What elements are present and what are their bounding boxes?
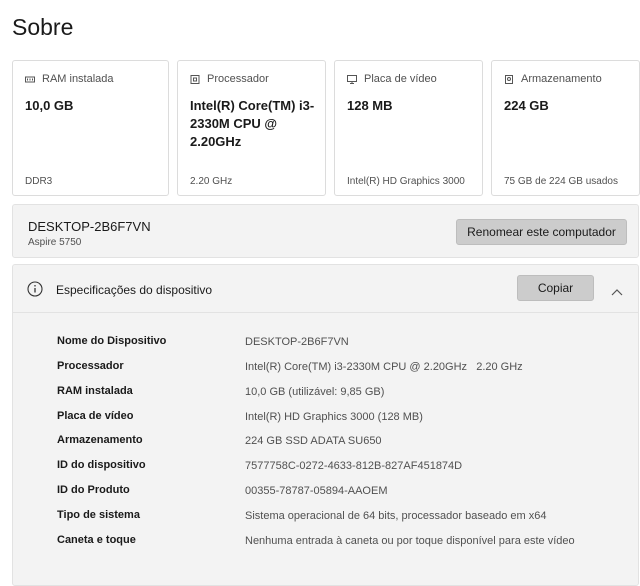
spec-key: Tipo de sistema	[57, 509, 140, 521]
processor-card-value: Intel(R) Core(TM) i3-2330M CPU @ 2.20GHz	[190, 98, 315, 149]
spec-value: Intel(R) HD Graphics 3000 (128 MB)	[245, 411, 423, 423]
spec-key: Armazenamento	[57, 434, 143, 446]
page-title: Sobre	[12, 14, 74, 40]
device-name-panel: DESKTOP-2B6F7VN Aspire 5750 Renomear est…	[12, 204, 639, 258]
ram-card-value: 10,0 GB	[25, 98, 74, 113]
rename-computer-button[interactable]: Renomear este computador	[456, 219, 627, 245]
ram-card: RAM instalada 10,0 GB DDR3	[12, 60, 169, 196]
spec-key: ID do dispositivo	[57, 459, 146, 471]
spec-value: DESKTOP-2B6F7VN	[245, 336, 349, 348]
graphics-card: Placa de vídeo 128 MB Intel(R) HD Graphi…	[334, 60, 483, 196]
spec-key: Placa de vídeo	[57, 410, 134, 422]
copy-button[interactable]: Copiar	[517, 275, 594, 301]
spec-key: RAM instalada	[57, 385, 133, 397]
display-icon	[347, 74, 357, 84]
spec-value: 224 GB SSD ADATA SU650	[245, 435, 382, 447]
processor-icon	[190, 74, 200, 84]
spec-value: Sistema operacional de 64 bits, processa…	[245, 510, 547, 522]
processor-card-sub: 2.20 GHz	[190, 176, 233, 187]
spec-value: 10,0 GB (utilizável: 9,85 GB)	[245, 386, 385, 398]
storage-card-value: 224 GB	[504, 98, 549, 113]
graphics-card-sub: Intel(R) HD Graphics 3000	[347, 176, 465, 187]
spec-value: Intel(R) Core(TM) i3-2330M CPU @ 2.20GHz…	[245, 361, 523, 373]
ram-card-label: RAM instalada	[42, 73, 114, 85]
spec-key: Processador	[57, 360, 124, 372]
info-icon	[27, 281, 43, 302]
processor-card-label: Processador	[207, 73, 269, 85]
storage-card-label: Armazenamento	[521, 73, 602, 85]
processor-card: Processador Intel(R) Core(TM) i3-2330M C…	[177, 60, 326, 196]
specs-title: Especificações do dispositivo	[56, 283, 213, 297]
chevron-up-icon[interactable]	[611, 283, 623, 301]
ram-icon	[25, 75, 35, 84]
spec-key: Caneta e toque	[57, 534, 136, 546]
spec-key: ID do Produto	[57, 484, 130, 496]
device-specs-panel: Especificações do dispositivo Copiar Nom…	[12, 264, 639, 586]
spec-value: Nenhuma entrada à caneta ou por toque di…	[245, 535, 575, 547]
device-name: DESKTOP-2B6F7VN	[28, 219, 151, 234]
storage-icon	[504, 74, 514, 84]
device-model: Aspire 5750	[28, 237, 82, 248]
spec-value: 00355-78787-05894-AAOEM	[245, 485, 388, 497]
spec-value: 7577758C-0272-4633-812B-827AF451874D	[245, 460, 463, 472]
graphics-card-label: Placa de vídeo	[364, 73, 437, 85]
spec-key: Nome do Dispositivo	[57, 335, 167, 347]
ram-card-sub: DDR3	[25, 176, 53, 187]
graphics-card-value: 128 MB	[347, 98, 393, 113]
specs-header[interactable]: Especificações do dispositivo Copiar	[13, 265, 638, 313]
storage-card: Armazenamento 224 GB 75 GB de 224 GB usa…	[491, 60, 640, 196]
storage-card-sub: 75 GB de 224 GB usados	[504, 176, 618, 187]
